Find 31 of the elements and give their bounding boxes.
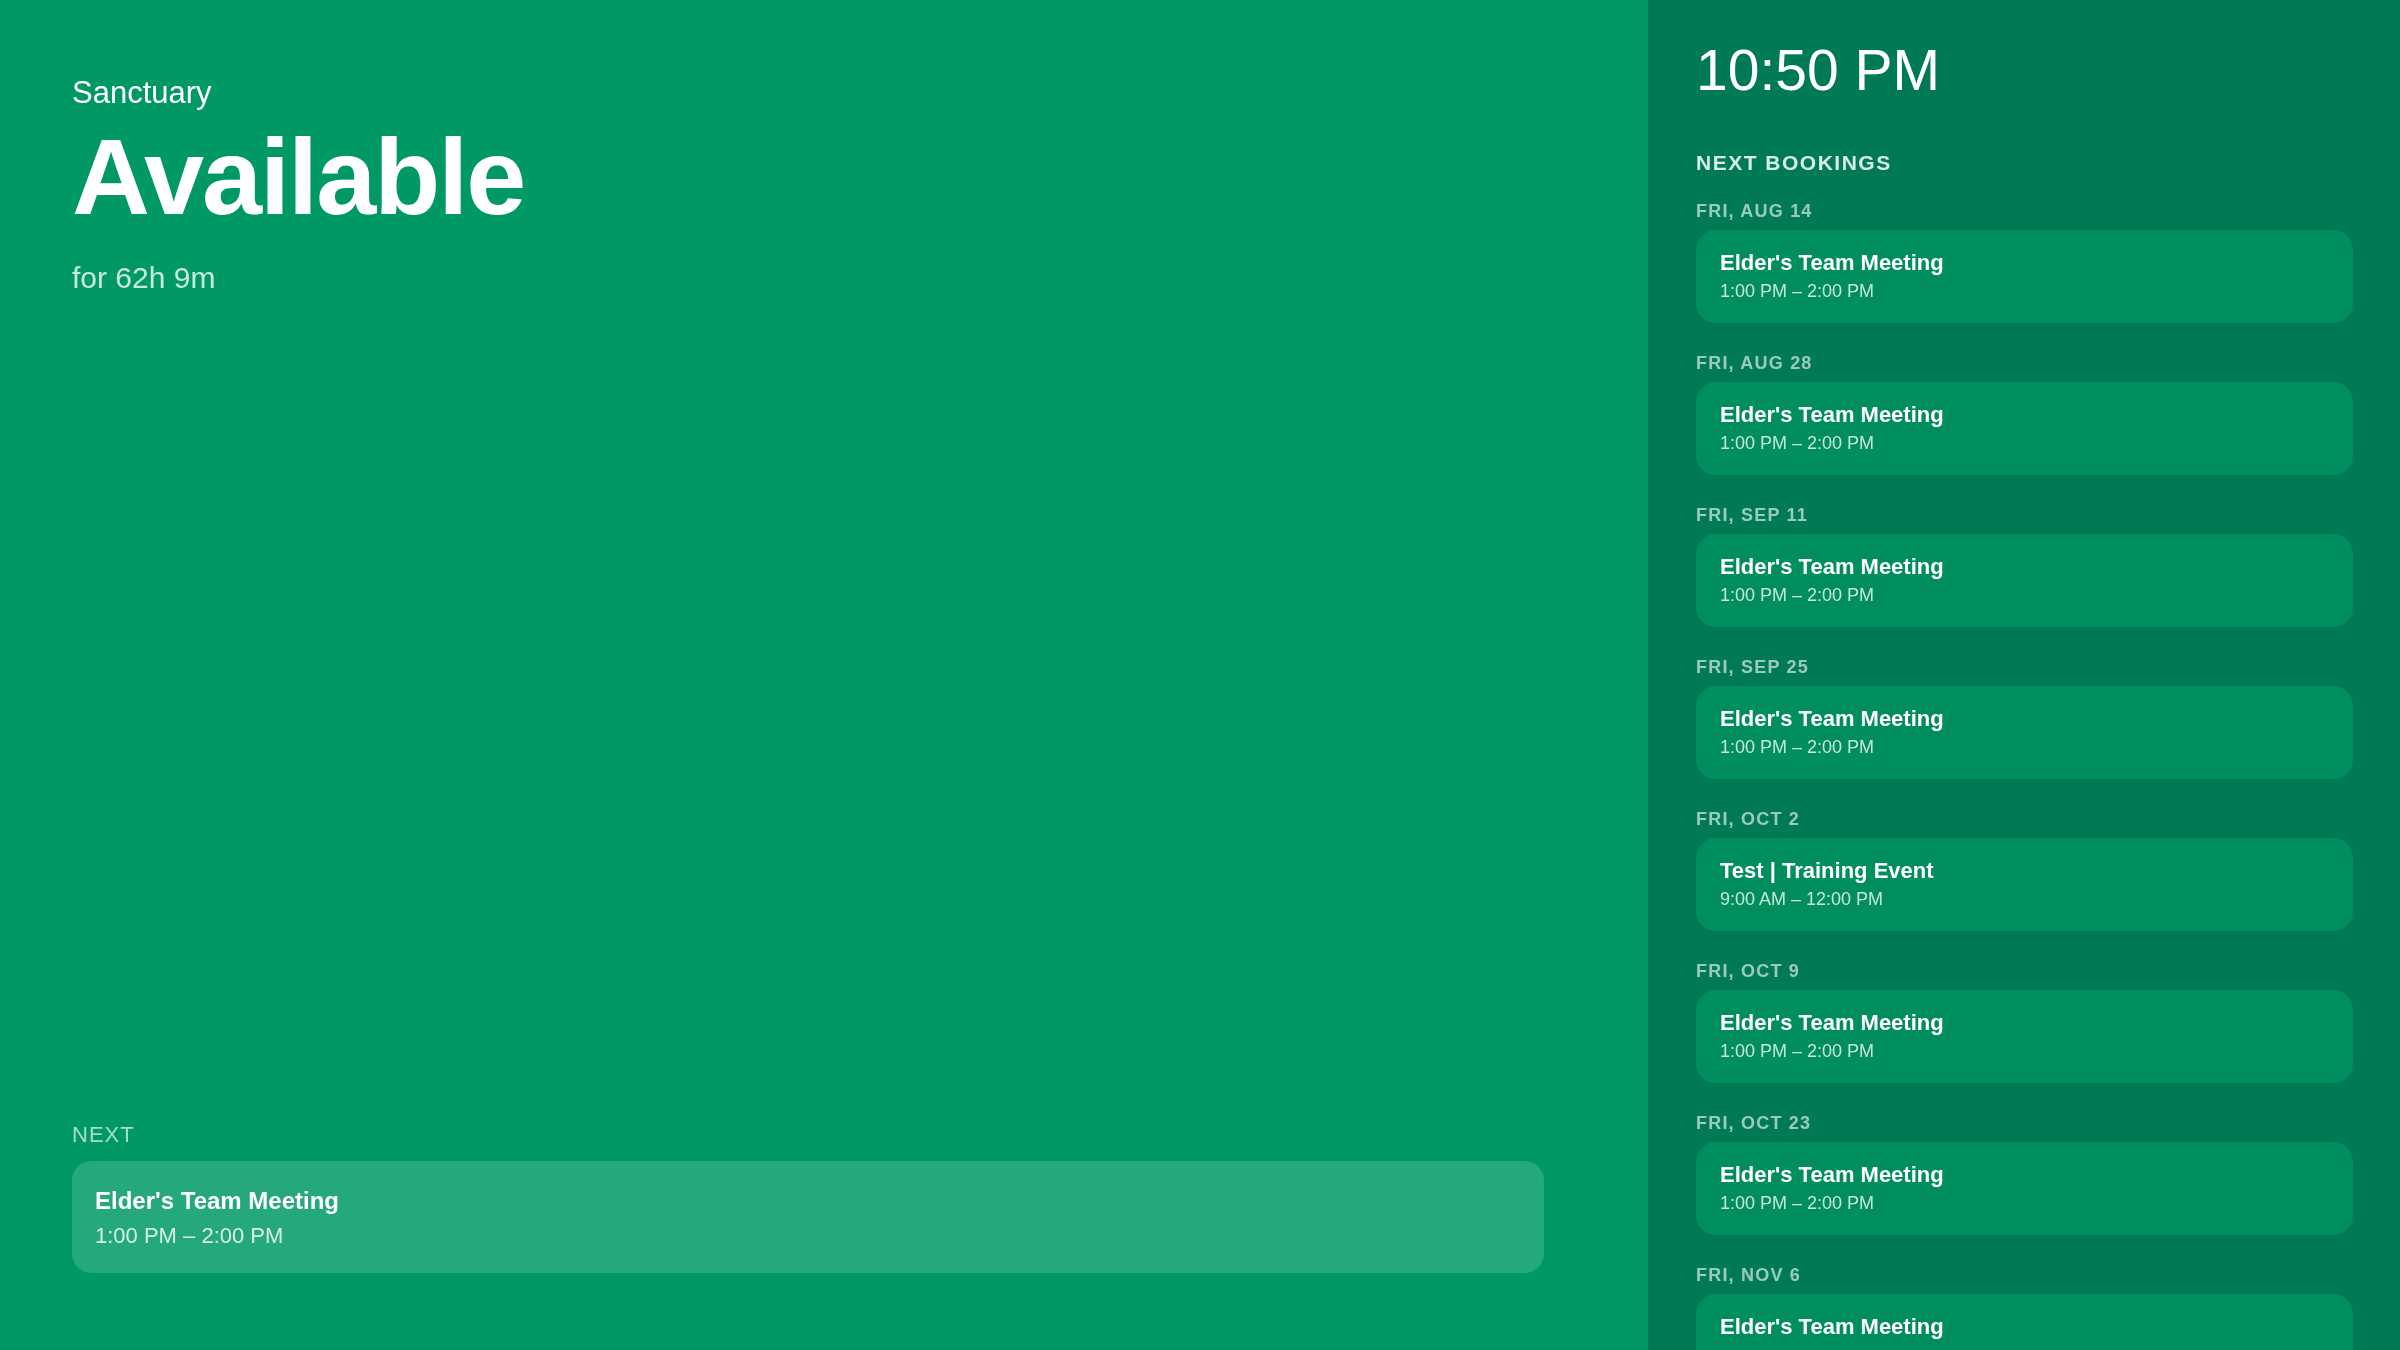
section-heading: NEXT BOOKINGS (1696, 150, 1893, 175)
booking-time: 1:00 PM – 2:00 PM (1720, 584, 1876, 606)
date-label: FRI, AUG 28 (1696, 352, 1814, 374)
booking-time: 1:00 PM – 2:00 PM (1720, 1192, 1876, 1214)
booking-title: Elder's Team Meeting (95, 1186, 340, 1215)
date-label: FRI, NOV 6 (1696, 1264, 1802, 1286)
booking-time: 1:00 PM – 2:00 PM (1720, 1040, 1876, 1062)
booking-time: 1:00 PM – 2:00 PM (1720, 432, 1876, 454)
availability-status: Available (72, 117, 526, 237)
booking-title: Elder's Team Meeting (1720, 1161, 1945, 1188)
booking-title: Elder's Team Meeting (1720, 1313, 1945, 1340)
date-label: FRI, OCT 9 (1696, 960, 1801, 982)
date-label: FRI, AUG 14 (1696, 200, 1814, 222)
availability-duration: for 62h 9m (72, 260, 217, 296)
booking-title: Elder's Team Meeting (1720, 705, 1945, 732)
date-label: FRI, SEP 25 (1696, 656, 1810, 678)
date-label: FRI, OCT 23 (1696, 1112, 1813, 1134)
date-label: FRI, SEP 11 (1696, 504, 1809, 526)
room-name: Sanctuary (72, 74, 213, 111)
booking-time: 1:00 PM – 2:00 PM (95, 1223, 285, 1249)
booking-time: 1:00 PM – 2:00 PM (1720, 280, 1876, 302)
clock-time: 10:50 PM (1696, 37, 1941, 104)
booking-time: 1:00 PM – 2:00 PM (1720, 736, 1876, 758)
booking-title: Elder's Team Meeting (1720, 1009, 1945, 1036)
booking-title: Elder's Team Meeting (1720, 401, 1945, 428)
booking-time: 9:00 AM – 12:00 PM (1720, 888, 1885, 910)
booking-title: Elder's Team Meeting (1720, 553, 1945, 580)
date-label: FRI, OCT 2 (1696, 808, 1801, 830)
next-label: NEXT (72, 1122, 136, 1148)
booking-title: Test | Training Event (1720, 857, 1935, 884)
booking-title: Elder's Team Meeting (1720, 249, 1945, 276)
